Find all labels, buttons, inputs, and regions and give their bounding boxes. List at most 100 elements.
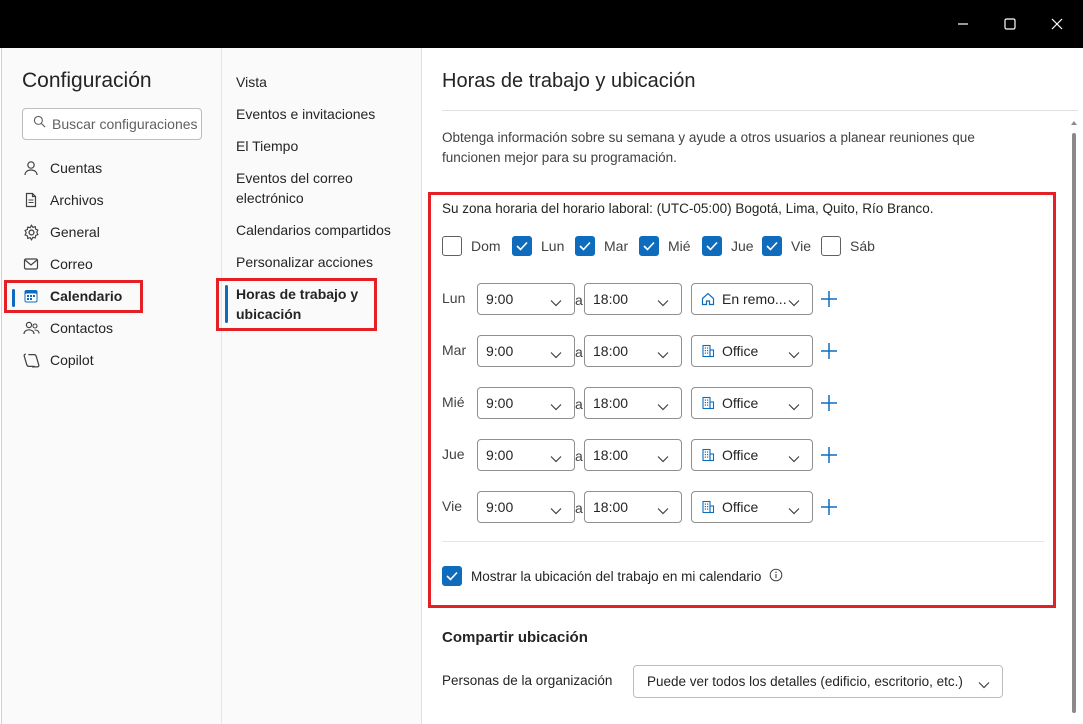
day-checkbox-dom[interactable]: Dom [442,236,501,256]
start-time-value: 9:00 [486,343,514,359]
chevron-down-icon [788,450,800,466]
building-icon [700,343,716,359]
settings-title: Configuración [22,69,152,92]
menu-item-el-tiempo[interactable]: El Tiempo [236,136,416,156]
chevron-down-icon [550,398,562,414]
row-day-label: Mié [442,394,465,410]
end-time-dropdown[interactable]: 18:00 [584,283,682,315]
start-time-dropdown[interactable]: 9:00 [477,491,575,523]
end-time-dropdown[interactable]: 18:00 [584,335,682,367]
menu-item-vista[interactable]: Vista [236,72,416,92]
location-dropdown[interactable]: En remo... [691,283,813,315]
nav-item-correo[interactable]: Correo [22,250,202,278]
checkbox[interactable] [442,236,462,256]
org-sharing-dropdown[interactable]: Puede ver todos los detalles (edificio, … [633,665,1003,698]
share-location-heading: Compartir ubicación [442,629,588,646]
page-title: Horas de trabajo y ubicación [442,70,696,92]
checkbox-checked[interactable] [762,236,782,256]
add-icon[interactable] [819,497,839,517]
day-label: Vie [791,238,811,254]
end-time-value: 18:00 [593,447,629,463]
minimize-icon[interactable] [951,12,975,36]
day-label: Dom [471,238,501,254]
start-time-value: 9:00 [486,499,514,515]
checkbox-checked[interactable] [512,236,532,256]
add-icon[interactable] [819,445,839,465]
location-dropdown[interactable]: Office [691,387,813,419]
location-value: Office [722,395,759,411]
nav-label: Cuentas [50,160,103,176]
copilot-icon [22,351,40,369]
start-time-dropdown[interactable]: 9:00 [477,387,575,419]
location-dropdown[interactable]: Office [691,439,813,471]
nav-label: General [50,224,100,240]
checkbox-checked[interactable] [575,236,595,256]
menu-item-eventos-correo[interactable]: Eventos del correo electrónico [236,168,396,208]
add-icon[interactable] [819,289,839,309]
day-checkbox-vie[interactable]: Vie [762,236,811,256]
org-sharing-value: Puede ver todos los detalles (edificio, … [647,674,963,689]
start-time-dropdown[interactable]: 9:00 [477,335,575,367]
maximize-icon[interactable] [998,12,1022,36]
nav-label: Copilot [50,352,94,368]
end-time-dropdown[interactable]: 18:00 [584,387,682,419]
chevron-down-icon [550,502,562,518]
nav-item-contactos[interactable]: Contactos [22,314,202,342]
nav-item-general[interactable]: General [22,218,202,246]
add-icon[interactable] [819,341,839,361]
chevron-down-icon [657,398,669,414]
nav-item-calendario[interactable]: Calendario [22,282,202,310]
search-box[interactable] [22,108,202,140]
home-icon [700,291,716,307]
time-separator: a [575,344,583,360]
day-checkbox-lun[interactable]: Lun [512,236,564,256]
row-day-label: Vie [442,498,462,514]
location-dropdown[interactable]: Office [691,335,813,367]
chevron-down-icon [550,450,562,466]
search-input[interactable] [52,116,202,132]
chevron-down-icon [550,294,562,310]
day-label: Mié [668,238,691,254]
start-time-dropdown[interactable]: 9:00 [477,439,575,471]
building-icon [700,499,716,515]
nav-item-cuentas[interactable]: Cuentas [22,154,202,182]
description: Obtenga información sobre su semana y ay… [442,130,975,165]
day-checkbox-mie[interactable]: Mié [639,236,691,256]
close-icon[interactable] [1045,12,1069,36]
menu-item-horas-trabajo[interactable]: Horas de trabajo y ubicación [236,284,371,324]
checkbox-checked[interactable] [702,236,722,256]
info-icon[interactable] [769,568,783,585]
chevron-down-icon [657,346,669,362]
end-time-dropdown[interactable]: 18:00 [584,491,682,523]
end-time-value: 18:00 [593,343,629,359]
checkbox-checked[interactable] [639,236,659,256]
day-label: Lun [541,238,565,254]
menu-item-personalizar-acciones[interactable]: Personalizar acciones [236,252,416,272]
checkbox[interactable] [821,236,841,256]
day-checkbox-sab[interactable]: Sáb [821,236,875,256]
checkbox-checked[interactable] [442,566,462,586]
scroll-up-icon[interactable] [1070,114,1078,125]
nav-label: Contactos [50,320,114,336]
end-time-dropdown[interactable]: 18:00 [584,439,682,471]
settings-sidebar: Configuración Cuentas Archivos General C… [1,48,221,724]
nav-item-copilot[interactable]: Copilot [22,346,202,374]
people-icon [22,319,40,337]
time-separator: a [575,292,583,308]
title-bar [0,0,1083,48]
divider [442,541,1044,542]
location-dropdown[interactable]: Office [691,491,813,523]
day-checkbox-mar[interactable]: Mar [575,236,628,256]
show-location-checkbox[interactable]: Mostrar la ubicación del trabajo en mi c… [442,566,783,586]
active-indicator [225,285,228,323]
scrollbar-thumb[interactable] [1072,133,1076,713]
chevron-down-icon [788,502,800,518]
menu-item-calendarios-compartidos[interactable]: Calendarios compartidos [236,220,416,240]
menu-item-eventos-invitaciones[interactable]: Eventos e invitaciones [236,104,416,124]
nav-item-archivos[interactable]: Archivos [22,186,202,214]
add-icon[interactable] [819,393,839,413]
time-separator: a [575,500,583,516]
start-time-dropdown[interactable]: 9:00 [477,283,575,315]
day-checkbox-jue[interactable]: Jue [702,236,754,256]
end-time-value: 18:00 [593,291,629,307]
